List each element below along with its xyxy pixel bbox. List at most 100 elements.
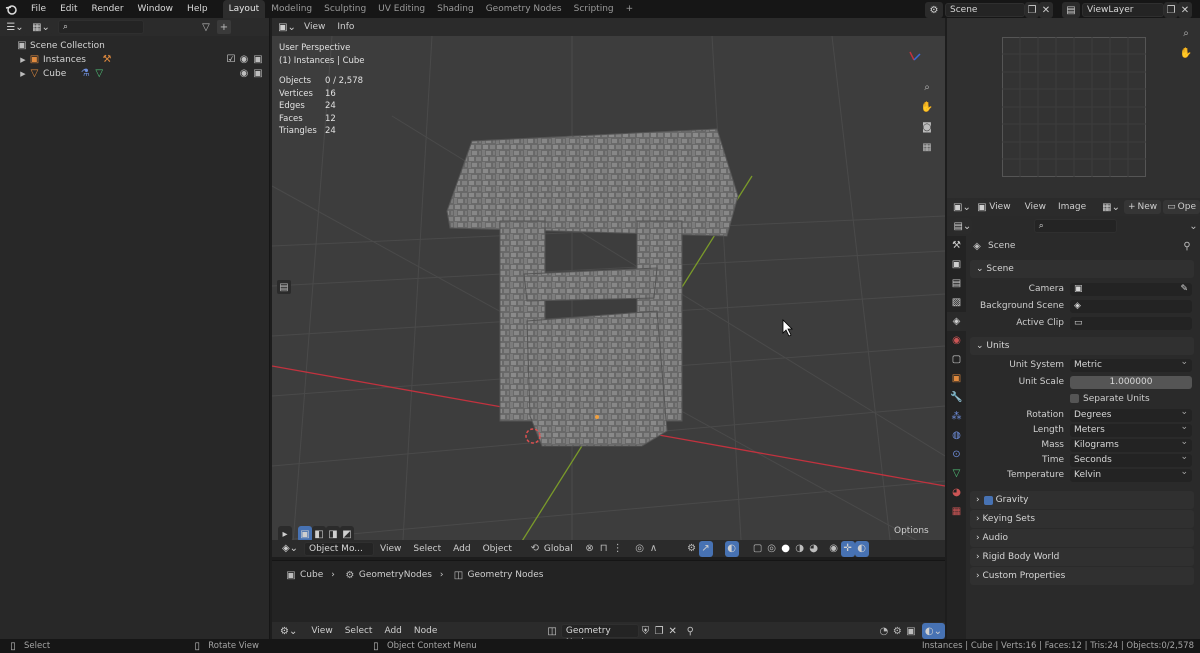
tab-scene-icon[interactable]: ◈	[947, 312, 966, 331]
tree-item-instances[interactable]: ▶ ▣ Instances ⚒ ☑ ◉ ▣	[0, 53, 269, 67]
panel-audio[interactable]: › Audio	[970, 529, 1194, 547]
editor-type-icon[interactable]: ☰⌄	[4, 19, 26, 35]
add-menu[interactable]: Add	[447, 544, 476, 554]
snap-icon[interactable]: ⊓	[597, 542, 611, 556]
unit-system-dropdown[interactable]: Metric	[1070, 356, 1192, 372]
tab-collection-icon[interactable]: ▢	[947, 350, 966, 369]
panel-gravity[interactable]: › Gravity	[970, 491, 1194, 509]
menu-render[interactable]: Render	[85, 0, 131, 18]
pin-icon[interactable]: ⚲	[1180, 239, 1194, 253]
show-gizmo-icon[interactable]: ↗	[698, 540, 713, 557]
tab-shading[interactable]: Shading	[431, 0, 480, 18]
visibility-eye-icon[interactable]: ◉	[827, 542, 841, 556]
tab-material-icon[interactable]: ◕	[947, 483, 966, 502]
viewport-editor-type-icon[interactable]: ▣⌄	[276, 19, 298, 35]
mesh-data-icon[interactable]: ▽	[92, 67, 106, 81]
tab-particles-icon[interactable]: ⁂	[947, 407, 966, 426]
transform-orientation-icon[interactable]: ⟲	[528, 542, 542, 556]
tab-output-icon[interactable]: ▤	[947, 274, 966, 293]
eyedropper-icon[interactable]: ✎	[1180, 283, 1188, 296]
snap-icon[interactable]: ◔	[877, 624, 891, 638]
editor-type-icon[interactable]: ▣⌄	[953, 199, 971, 215]
tab-uv-editing[interactable]: UV Editing	[372, 0, 431, 18]
panel-units[interactable]: ⌄ Units	[970, 337, 1194, 355]
tab-world-icon[interactable]: ◉	[947, 331, 966, 350]
editor-type-icon[interactable]: ▤⌄	[953, 218, 972, 234]
3d-viewport[interactable]: User Perspective (1) Instances | Cube Ob…	[272, 36, 945, 557]
tab-constraints-icon[interactable]: ⊙	[947, 445, 966, 464]
expand-arrow-icon[interactable]: ▶	[18, 53, 28, 67]
time-dropdown[interactable]: Seconds	[1070, 451, 1192, 467]
render-camera-icon[interactable]: ▣	[251, 53, 265, 67]
panel-scene[interactable]: ⌄ Scene	[970, 260, 1194, 278]
menu-help[interactable]: Help	[180, 0, 215, 18]
image-image-menu[interactable]: Image	[1052, 202, 1092, 212]
outliner-search-input[interactable]: ⌕	[58, 20, 144, 34]
viewport-scene[interactable]	[272, 36, 945, 557]
perspective-grid-icon[interactable]: ▦	[920, 140, 934, 154]
visibility-eye-icon[interactable]: ◉	[237, 53, 251, 67]
display-mode-icon[interactable]: ▦⌄	[30, 19, 52, 35]
filter-icon[interactable]: ▽	[199, 20, 213, 34]
image-browse-icon[interactable]: ▦⌄	[1102, 199, 1120, 215]
new-collection-icon[interactable]: +	[217, 20, 231, 34]
modifier-wrench-icon[interactable]: ⚗	[78, 67, 92, 81]
checkbox-icon[interactable]: ☑	[224, 53, 238, 67]
viewport-info-menu[interactable]: Info	[331, 22, 360, 32]
tab-data-icon[interactable]: ▽	[947, 464, 966, 483]
separate-units-checkbox[interactable]	[1070, 394, 1079, 403]
shading-wireframe-icon[interactable]: ◎	[765, 542, 779, 556]
menu-window[interactable]: Window	[131, 0, 181, 18]
delete-viewlayer-icon[interactable]: ✕	[1178, 2, 1192, 18]
options-dropdown[interactable]: Options	[894, 526, 929, 536]
pan-hand-icon[interactable]: ✋	[1179, 46, 1193, 60]
tab-physics-icon[interactable]: ◍	[947, 426, 966, 445]
scene-name-field[interactable]: Scene	[945, 3, 1025, 17]
tab-modifier-wrench-icon[interactable]: 🔧	[947, 388, 966, 407]
editor-type-icon[interactable]: ◈⌄	[280, 540, 300, 557]
image-mode-icon[interactable]: ▣	[976, 199, 988, 215]
orientation-dropdown[interactable]: Global	[544, 544, 573, 554]
tab-scripting[interactable]: Scripting	[568, 0, 620, 18]
panel-keying-sets[interactable]: › Keying Sets	[970, 510, 1194, 528]
duplicate-tree-icon[interactable]: ❐	[652, 623, 666, 639]
length-dropdown[interactable]: Meters	[1070, 421, 1192, 437]
tab-layout[interactable]: Layout	[222, 0, 266, 18]
camera-view-icon[interactable]: ◙	[920, 120, 934, 134]
camera-field[interactable]: ▣ ✎	[1070, 283, 1192, 296]
tab-render-icon[interactable]: ▣	[947, 255, 966, 274]
node-tree-name-field[interactable]: Geometry Nodes	[560, 624, 639, 648]
show-overlays-icon[interactable]: ◐	[724, 540, 739, 557]
view-menu[interactable]: View	[374, 544, 407, 554]
duplicate-scene-icon[interactable]: ❐	[1025, 2, 1039, 18]
image-view-dropdown[interactable]: View	[989, 202, 1010, 212]
tab-object-icon[interactable]: ▣	[947, 369, 966, 388]
pivot-icon[interactable]: ⊗	[583, 542, 597, 556]
unlink-tree-icon[interactable]: ✕	[665, 623, 680, 639]
zoom-icon[interactable]: ⌕	[1179, 26, 1193, 40]
overlays-toggle-icon[interactable]: ◐	[854, 540, 869, 557]
unit-scale-input[interactable]: 1.000000	[1070, 376, 1192, 389]
tab-sculpting[interactable]: Sculpting	[318, 0, 372, 18]
zoom-icon[interactable]: ⌕	[920, 80, 934, 94]
navigation-gizmo-icon[interactable]	[902, 46, 926, 70]
viewport-view-menu[interactable]: View	[298, 22, 331, 32]
add-workspace-button[interactable]: +	[620, 0, 640, 18]
active-clip-field[interactable]: ▭	[1070, 317, 1192, 330]
rotation-dropdown[interactable]: Degrees	[1070, 406, 1192, 422]
blender-logo-icon[interactable]	[4, 2, 18, 16]
editor-type-icon[interactable]: ⚙⌄	[278, 623, 300, 639]
shading-material-icon[interactable]: ◑	[793, 542, 807, 556]
node-node-menu[interactable]: Node	[408, 626, 444, 636]
viewlayer-name-field[interactable]: ViewLayer	[1082, 3, 1164, 17]
toolbar-toggle-icon[interactable]: ▤	[277, 280, 291, 294]
shading-solid-icon[interactable]: ●	[779, 542, 793, 556]
menu-file[interactable]: File	[24, 0, 53, 18]
delete-scene-icon[interactable]: ✕	[1039, 2, 1053, 18]
properties-search-input[interactable]: ⌕	[1033, 219, 1117, 233]
tab-geometry-nodes[interactable]: Geometry Nodes	[480, 0, 568, 18]
duplicate-viewlayer-icon[interactable]: ❐	[1164, 2, 1178, 18]
tab-texture-icon[interactable]: ▦	[947, 502, 966, 521]
node-view-menu[interactable]: View	[305, 626, 338, 636]
object-menu[interactable]: Object	[477, 544, 518, 554]
